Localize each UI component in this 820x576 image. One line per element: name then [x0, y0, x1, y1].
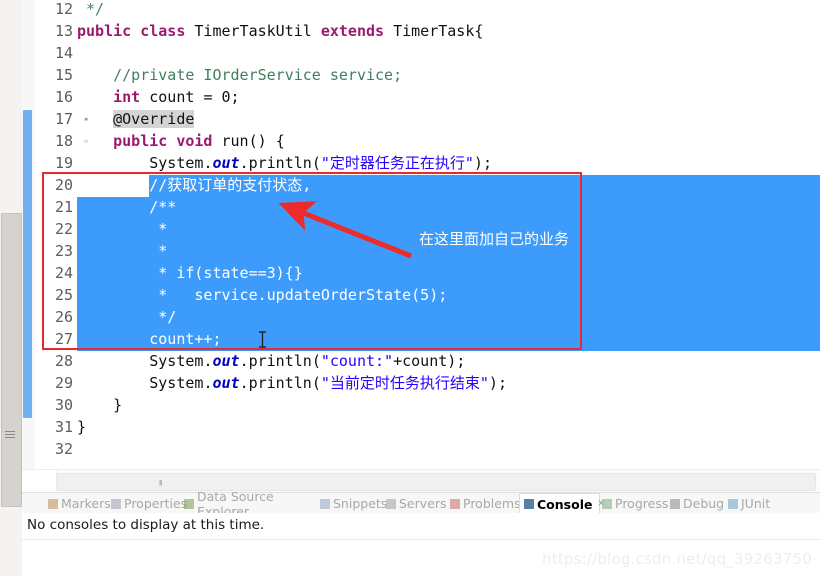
line-number: 31 — [54, 418, 73, 436]
scrollbar-thumb-icon[interactable]: ▮ — [158, 478, 168, 492]
view-tab-bar[interactable]: Markers Properties Data Source Explorer Sni… — [22, 489, 820, 519]
tab-label: Problems — [463, 496, 521, 511]
scrollbar-track[interactable]: ▮ — [57, 473, 816, 491]
debug-icon — [670, 498, 680, 509]
tab-label: Progress — [615, 496, 669, 511]
tab-label: Markers — [61, 496, 111, 511]
line-number: 19 — [54, 154, 73, 172]
console-empty-message: No consoles to display at this time. — [27, 517, 265, 533]
tab-label: Debug — [683, 496, 725, 511]
line-number: 32 — [54, 440, 73, 458]
code-line[interactable] — [77, 438, 820, 460]
code-line[interactable]: System.out.println("当前定时任务执行结束"); — [77, 372, 820, 394]
text-cursor-icon — [259, 331, 266, 348]
servers-icon — [386, 498, 396, 509]
line-number: 13 — [54, 22, 73, 40]
tab-junit[interactable]: JUnit — [724, 493, 788, 514]
snippets-icon — [320, 498, 330, 509]
annotation-ruler[interactable] — [22, 0, 36, 470]
scrollbar-corner — [22, 470, 57, 492]
datasource-icon — [184, 498, 194, 509]
code-line[interactable] — [77, 42, 820, 64]
console-icon — [524, 499, 534, 509]
code-line[interactable]: System.out.println("定时器任务正在执行"); — [77, 152, 820, 174]
line-number: 17 — [54, 110, 73, 128]
line-number: 30 — [54, 396, 73, 414]
code-line[interactable]: //private IOrderService service; — [77, 64, 820, 86]
eclipse-workbench: 12 13 14 15 16 17 ▪ 18 ▫ 19 20 21 22 23 24 25 26 27 28 29 30… — [0, 0, 820, 576]
code-line[interactable]: System.out.println("count:"+count); — [77, 350, 820, 372]
markers-icon — [48, 498, 58, 509]
line-number: 16 — [54, 88, 73, 106]
line-number: 15 — [54, 66, 73, 84]
line-number: 18 — [54, 132, 73, 150]
problems-icon — [450, 498, 460, 509]
tab-console[interactable]: Console✕ — [519, 493, 605, 514]
tab-label: Snippets — [333, 496, 388, 511]
red-rectangle — [42, 172, 582, 350]
code-line[interactable]: public class TimerTaskUtil extends Timer… — [77, 20, 820, 42]
changed-lines-marker — [23, 110, 32, 418]
line-number: 14 — [54, 44, 73, 62]
code-line[interactable]: } — [77, 416, 820, 438]
left-fast-view-rail — [0, 0, 23, 576]
java-source-editor[interactable]: 12 13 14 15 16 17 ▪ 18 ▫ 19 20 21 22 23 24 25 26 27 28 29 30… — [22, 0, 820, 492]
line-number: 29 — [54, 374, 73, 392]
tab-label: Properties — [124, 496, 188, 511]
rail-grip-icon — [5, 431, 15, 439]
code-line[interactable]: int count = 0; — [77, 86, 820, 108]
code-line[interactable]: */ — [77, 0, 820, 20]
properties-icon — [111, 498, 121, 509]
editor-horizontal-scrollbar[interactable]: ▮ — [22, 469, 820, 492]
code-line[interactable]: } — [77, 394, 820, 416]
tab-data-source-explorer[interactable]: Data Source Explorer — [180, 489, 329, 519]
console-divider — [22, 539, 820, 540]
tab-label: Console — [537, 496, 593, 512]
watermark: https://blog.csdn.net/qq_39263750 — [542, 550, 812, 568]
junit-icon — [728, 498, 738, 509]
progress-icon — [602, 498, 612, 509]
line-number: 12 — [54, 0, 73, 18]
tab-label: Servers — [399, 496, 447, 511]
rail-drag-handle[interactable] — [1, 213, 22, 507]
code-line[interactable]: public void run() { — [77, 130, 820, 152]
tab-label: JUnit — [741, 496, 771, 511]
code-line[interactable]: @Override — [77, 108, 820, 130]
annotation-label: 在这里面加自己的业务 — [419, 230, 570, 248]
line-number: 28 — [54, 352, 73, 370]
